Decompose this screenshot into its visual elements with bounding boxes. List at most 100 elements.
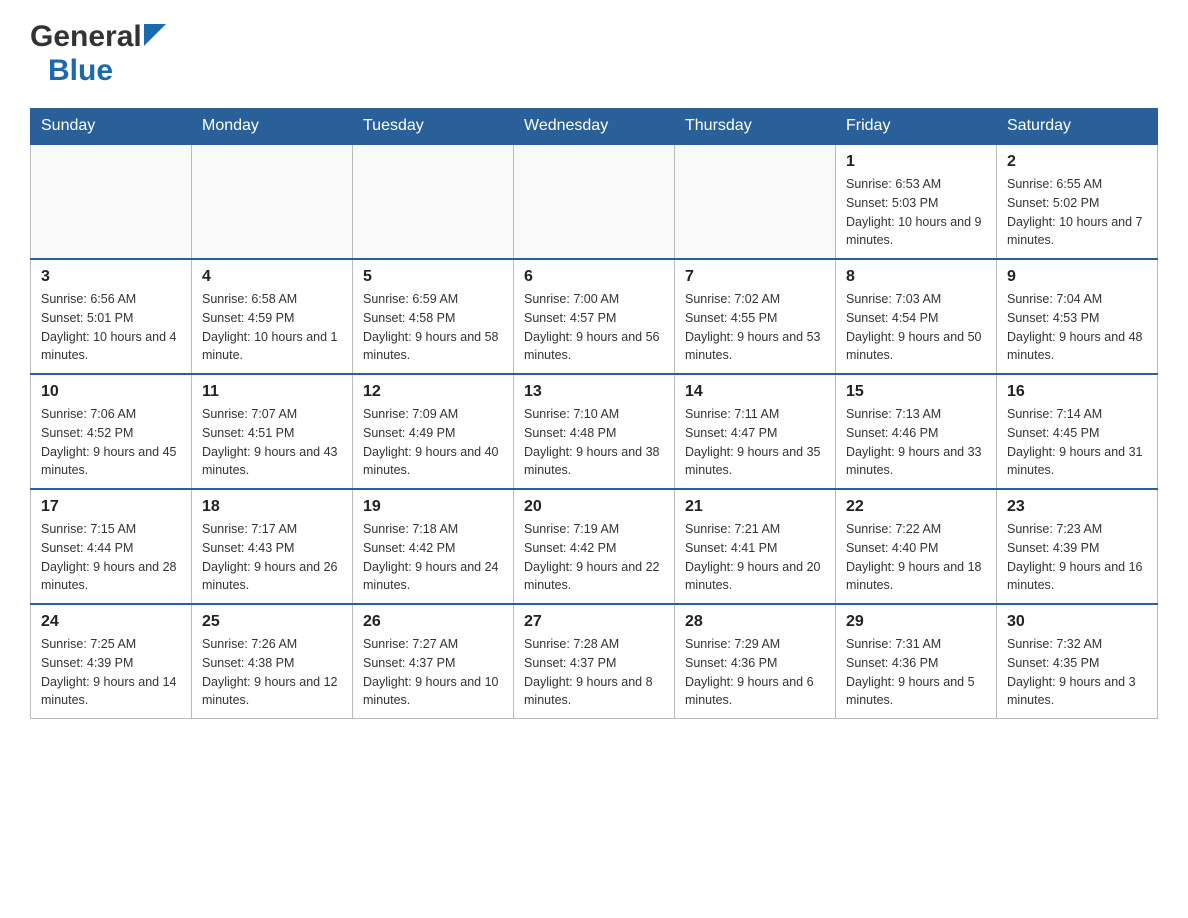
col-wednesday: Wednesday [514, 109, 675, 145]
day-info: Sunrise: 7:17 AM Sunset: 4:43 PM Dayligh… [202, 520, 342, 595]
day-number: 15 [846, 383, 986, 401]
day-info: Sunrise: 7:03 AM Sunset: 4:54 PM Dayligh… [846, 290, 986, 365]
col-monday: Monday [192, 109, 353, 145]
day-info: Sunrise: 7:19 AM Sunset: 4:42 PM Dayligh… [524, 520, 664, 595]
calendar-cell [514, 144, 675, 259]
day-info: Sunrise: 7:25 AM Sunset: 4:39 PM Dayligh… [41, 635, 181, 710]
week-row-1: 1 Sunrise: 6:53 AM Sunset: 5:03 PM Daylig… [31, 144, 1158, 259]
day-number: 30 [1007, 613, 1147, 631]
day-info: Sunrise: 7:15 AM Sunset: 4:44 PM Dayligh… [41, 520, 181, 595]
day-info: Sunrise: 7:32 AM Sunset: 4:35 PM Dayligh… [1007, 635, 1147, 710]
day-info: Sunrise: 7:07 AM Sunset: 4:51 PM Dayligh… [202, 405, 342, 480]
day-number: 17 [41, 498, 181, 516]
calendar-cell: 25Sunrise: 7:26 AM Sunset: 4:38 PM Dayli… [192, 604, 353, 719]
day-info: Sunrise: 7:22 AM Sunset: 4:40 PM Dayligh… [846, 520, 986, 595]
week-row-3: 10 Sunrise: 7:06 AM Sunset: 4:52 PM Dayli… [31, 374, 1158, 489]
calendar-cell: 2Sunrise: 6:55 AM Sunset: 5:02 PM Daylig… [997, 144, 1158, 259]
calendar-cell: 22 Sunrise: 7:22 AM Sunset: 4:40 PM Dayli… [836, 489, 997, 604]
day-number: 13 [524, 383, 664, 401]
day-number: 9 [1007, 268, 1147, 286]
calendar-table: Sunday Monday Tuesday Wednesday Thursday… [30, 108, 1158, 719]
day-number: 26 [363, 613, 503, 631]
day-info: Sunrise: 7:02 AM Sunset: 4:55 PM Dayligh… [685, 290, 825, 365]
calendar-cell: 19 Sunrise: 7:18 AM Sunset: 4:42 PM Dayli… [353, 489, 514, 604]
calendar-cell [675, 144, 836, 259]
calendar-cell [353, 144, 514, 259]
calendar-cell: 9 Sunrise: 7:04 AM Sunset: 4:53 PM Daylig… [997, 259, 1158, 374]
calendar-cell: 13 Sunrise: 7:10 AM Sunset: 4:48 PM Dayli… [514, 374, 675, 489]
logo: General Blue [30, 20, 166, 88]
calendar-cell: 17 Sunrise: 7:15 AM Sunset: 4:44 PM Dayli… [31, 489, 192, 604]
calendar-cell: 16 Sunrise: 7:14 AM Sunset: 4:45 PM Dayli… [997, 374, 1158, 489]
calendar-cell: 5 Sunrise: 6:59 AM Sunset: 4:58 PM Daylig… [353, 259, 514, 374]
day-info: Sunrise: 7:31 AM Sunset: 4:36 PM Dayligh… [846, 635, 986, 710]
day-info: Sunrise: 6:59 AM Sunset: 4:58 PM Dayligh… [363, 290, 503, 365]
day-info: Sunrise: 7:06 AM Sunset: 4:52 PM Dayligh… [41, 405, 181, 480]
day-number: 25 [202, 613, 342, 631]
day-number: 8 [846, 268, 986, 286]
day-info: Sunrise: 6:55 AM Sunset: 5:02 PM Dayligh… [1007, 175, 1147, 250]
logo-blue-text: Blue [48, 54, 113, 87]
day-info: Sunrise: 7:04 AM Sunset: 4:53 PM Dayligh… [1007, 290, 1147, 365]
week-row-2: 3 Sunrise: 6:56 AM Sunset: 5:01 PM Daylig… [31, 259, 1158, 374]
calendar-cell: 3 Sunrise: 6:56 AM Sunset: 5:01 PM Daylig… [31, 259, 192, 374]
day-info: Sunrise: 7:13 AM Sunset: 4:46 PM Dayligh… [846, 405, 986, 480]
calendar-cell: 11Sunrise: 7:07 AM Sunset: 4:51 PM Dayli… [192, 374, 353, 489]
day-number: 16 [1007, 383, 1147, 401]
day-number: 18 [202, 498, 342, 516]
calendar-cell: 6 Sunrise: 7:00 AM Sunset: 4:57 PM Daylig… [514, 259, 675, 374]
day-number: 19 [363, 498, 503, 516]
day-number: 27 [524, 613, 664, 631]
day-info: Sunrise: 7:29 AM Sunset: 4:36 PM Dayligh… [685, 635, 825, 710]
day-info: Sunrise: 7:18 AM Sunset: 4:42 PM Dayligh… [363, 520, 503, 595]
calendar-cell: 28 Sunrise: 7:29 AM Sunset: 4:36 PM Dayli… [675, 604, 836, 719]
day-info: Sunrise: 7:10 AM Sunset: 4:48 PM Dayligh… [524, 405, 664, 480]
calendar-cell: 24 Sunrise: 7:25 AM Sunset: 4:39 PM Dayli… [31, 604, 192, 719]
calendar-cell: 10 Sunrise: 7:06 AM Sunset: 4:52 PM Dayli… [31, 374, 192, 489]
day-number: 28 [685, 613, 825, 631]
calendar-cell: 14 Sunrise: 7:11 AM Sunset: 4:47 PM Dayli… [675, 374, 836, 489]
day-info: Sunrise: 6:56 AM Sunset: 5:01 PM Dayligh… [41, 290, 181, 365]
day-number: 3 [41, 268, 181, 286]
day-number: 22 [846, 498, 986, 516]
day-number: 20 [524, 498, 664, 516]
day-info: Sunrise: 7:27 AM Sunset: 4:37 PM Dayligh… [363, 635, 503, 710]
day-info: Sunrise: 7:11 AM Sunset: 4:47 PM Dayligh… [685, 405, 825, 480]
day-info: Sunrise: 7:23 AM Sunset: 4:39 PM Dayligh… [1007, 520, 1147, 595]
day-info: Sunrise: 6:58 AM Sunset: 4:59 PM Dayligh… [202, 290, 342, 365]
day-number: 24 [41, 613, 181, 631]
day-number: 4 [202, 268, 342, 286]
day-number: 12 [363, 383, 503, 401]
calendar-cell: 21 Sunrise: 7:21 AM Sunset: 4:41 PM Dayli… [675, 489, 836, 604]
calendar-cell: 26 Sunrise: 7:27 AM Sunset: 4:37 PM Dayli… [353, 604, 514, 719]
calendar-cell: 4 Sunrise: 6:58 AM Sunset: 4:59 PM Daylig… [192, 259, 353, 374]
calendar-cell: 12 Sunrise: 7:09 AM Sunset: 4:49 PM Dayli… [353, 374, 514, 489]
day-number: 1 [846, 153, 986, 171]
day-info: Sunrise: 6:53 AM Sunset: 5:03 PM Dayligh… [846, 175, 986, 250]
calendar-cell [31, 144, 192, 259]
col-friday: Friday [836, 109, 997, 145]
day-info: Sunrise: 7:28 AM Sunset: 4:37 PM Dayligh… [524, 635, 664, 710]
day-info: Sunrise: 7:21 AM Sunset: 4:41 PM Dayligh… [685, 520, 825, 595]
day-number: 10 [41, 383, 181, 401]
day-info: Sunrise: 7:14 AM Sunset: 4:45 PM Dayligh… [1007, 405, 1147, 480]
header-row: Sunday Monday Tuesday Wednesday Thursday… [31, 109, 1158, 145]
calendar-cell: 15 Sunrise: 7:13 AM Sunset: 4:46 PM Dayli… [836, 374, 997, 489]
calendar-cell: 7Sunrise: 7:02 AM Sunset: 4:55 PM Daylig… [675, 259, 836, 374]
calendar-cell: 29Sunrise: 7:31 AM Sunset: 4:36 PM Dayli… [836, 604, 997, 719]
day-number: 21 [685, 498, 825, 516]
day-info: Sunrise: 7:00 AM Sunset: 4:57 PM Dayligh… [524, 290, 664, 365]
calendar-cell [192, 144, 353, 259]
col-sunday: Sunday [31, 109, 192, 145]
page-header: General Blue [30, 20, 1158, 88]
calendar-cell: 18 Sunrise: 7:17 AM Sunset: 4:43 PM Dayli… [192, 489, 353, 604]
col-saturday: Saturday [997, 109, 1158, 145]
day-number: 5 [363, 268, 503, 286]
calendar-cell: 30 Sunrise: 7:32 AM Sunset: 4:35 PM Dayli… [997, 604, 1158, 719]
day-number: 6 [524, 268, 664, 286]
day-number: 14 [685, 383, 825, 401]
calendar-cell: 27 Sunrise: 7:28 AM Sunset: 4:37 PM Dayli… [514, 604, 675, 719]
col-thursday: Thursday [675, 109, 836, 145]
calendar-cell: 20 Sunrise: 7:19 AM Sunset: 4:42 PM Dayli… [514, 489, 675, 604]
day-info: Sunrise: 7:09 AM Sunset: 4:49 PM Dayligh… [363, 405, 503, 480]
